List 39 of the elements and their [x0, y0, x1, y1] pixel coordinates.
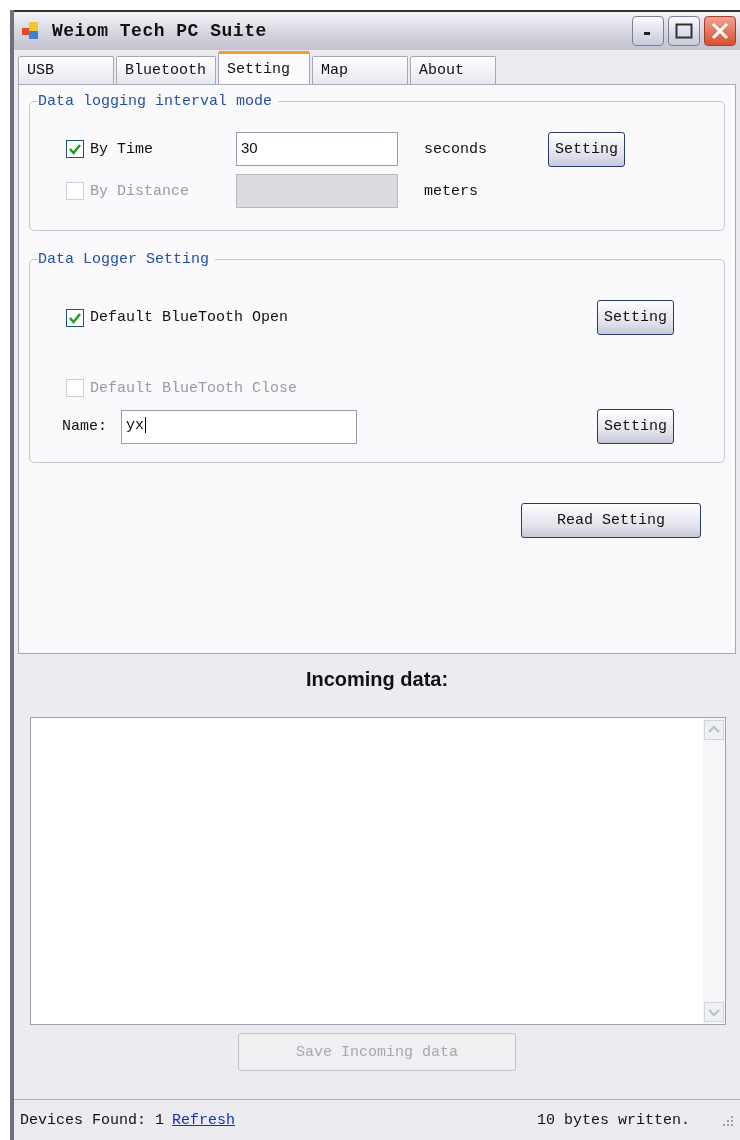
app-icon — [22, 22, 40, 40]
name-label: Name: — [62, 418, 107, 435]
checkbox-label: Default BlueTooth Open — [90, 309, 289, 326]
tab[interactable]: Map — [312, 56, 408, 84]
tab[interactable]: Bluetooth — [116, 56, 216, 84]
setting-button[interactable]: Setting — [597, 300, 674, 335]
tab[interactable]: USB — [18, 56, 114, 84]
text-area[interactable] — [30, 717, 726, 1025]
status-message: 10 bytes written. — [536, 1111, 690, 1129]
input-field[interactable]: 30 — [236, 132, 398, 166]
tab[interactable]: About — [410, 56, 496, 84]
unit-label: seconds — [423, 140, 488, 158]
close-icon — [711, 22, 729, 40]
checkbox[interactable] — [66, 308, 84, 327]
text-cursor — [145, 416, 147, 433]
checkbox[interactable] — [66, 140, 84, 158]
scroll-down-icon[interactable] — [704, 1002, 724, 1022]
read-setting-button[interactable]: Read Setting — [521, 503, 701, 538]
checkbox-label: By Time — [90, 140, 153, 158]
checkbox-label: By Distance — [90, 182, 190, 200]
window-title: Weiom Tech PC Suite — [52, 21, 268, 41]
scroll-up-icon[interactable] — [704, 720, 724, 740]
section-title: Incoming data: — [304, 667, 450, 692]
status-text: Devices Found: 1 — [20, 1111, 165, 1129]
maximize-icon — [675, 23, 693, 39]
group-title: Data logging interval mode — [38, 93, 274, 110]
checkbox-label: Default BlueTooth Close — [90, 379, 298, 397]
unit-label: meters — [423, 182, 479, 200]
refresh-link[interactable]: Refresh — [172, 1111, 236, 1129]
resize-grip-icon[interactable] — [720, 1113, 734, 1127]
tab[interactable]: Setting — [218, 51, 310, 84]
close-button[interactable] — [704, 16, 736, 46]
minimize-button[interactable] — [632, 16, 664, 46]
setting-button[interactable]: Setting — [548, 132, 625, 167]
name-field[interactable]: yx — [121, 409, 357, 444]
scrollbar[interactable] — [703, 718, 725, 1024]
group-title: Data Logger Setting — [38, 251, 211, 268]
maximize-button[interactable] — [668, 16, 700, 46]
setting-button[interactable]: Setting — [597, 409, 674, 444]
